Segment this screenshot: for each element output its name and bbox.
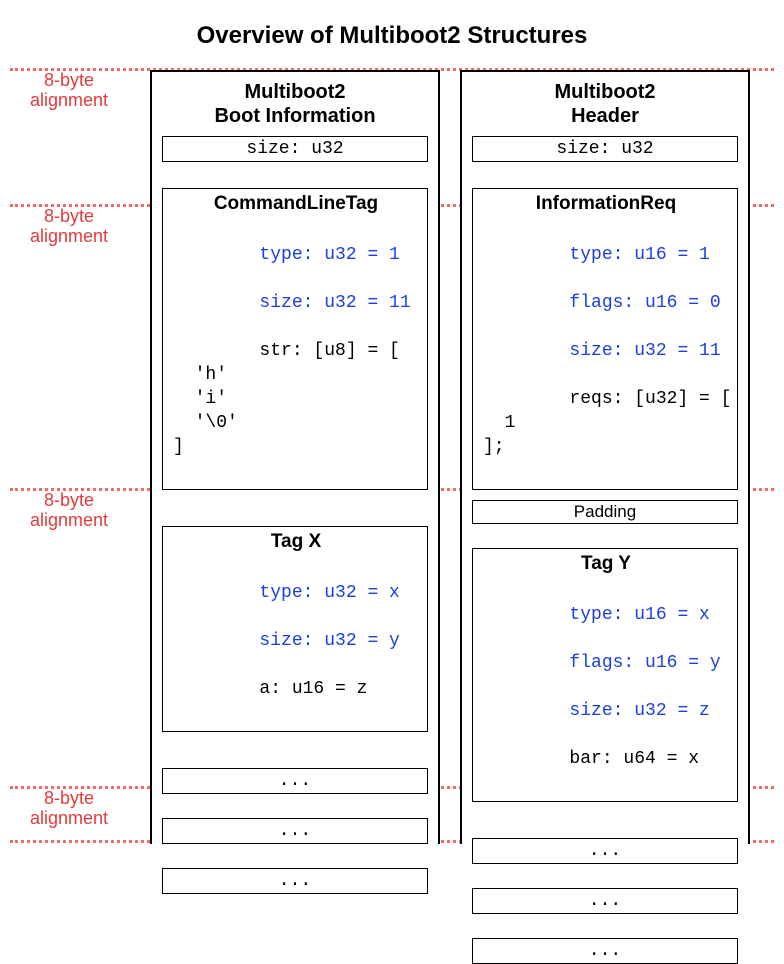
- diagram-stage: 8-bytealignment 8-bytealignment 8-byteal…: [0, 66, 784, 844]
- tag-type-line: type: u32 = 1: [259, 245, 399, 265]
- size-field: size: u32: [162, 136, 428, 162]
- alignment-label: 8-bytealignment: [14, 70, 124, 110]
- column-title: Multiboot2Header: [472, 80, 738, 128]
- ellipsis-box: ...: [472, 888, 738, 914]
- tag-body: a: u16 = z: [259, 679, 367, 699]
- tag-title: InformationReq: [483, 193, 729, 215]
- tag-flags-line: flags: u16 = 0: [569, 293, 720, 313]
- tag-size-line: size: u32 = z: [569, 701, 709, 721]
- tag-title: Tag X: [173, 531, 419, 553]
- column-boot-information: Multiboot2Boot Information size: u32 Com…: [150, 70, 440, 844]
- column-title: Multiboot2Boot Information: [162, 80, 428, 128]
- ellipsis-box: ...: [162, 868, 428, 894]
- tag-informationreq: InformationReq type: u16 = 1 flags: u16 …: [472, 188, 738, 490]
- tag-body: bar: u64 = x: [569, 749, 699, 769]
- tag-flags-line: flags: u16 = y: [569, 653, 720, 673]
- padding-box: Padding: [472, 500, 738, 524]
- ellipsis-box: ...: [472, 938, 738, 964]
- tag-title: Tag Y: [483, 553, 729, 575]
- column-header: Multiboot2Header size: u32 InformationRe…: [460, 70, 750, 844]
- tag-size-line: size: u32 = y: [259, 631, 399, 651]
- tag-x: Tag X type: u32 = x size: u32 = y a: u16…: [162, 526, 428, 732]
- tag-size-line: size: u32 = 11: [569, 341, 720, 361]
- tag-type-line: type: u32 = x: [259, 583, 399, 603]
- tag-body: reqs: [u32] = [ 1 ];: [483, 389, 731, 457]
- tag-y: Tag Y type: u16 = x flags: u16 = y size:…: [472, 548, 738, 802]
- tag-body: str: [u8] = [ 'h' 'i' '\0' ]: [173, 341, 400, 457]
- page-title: Overview of Multiboot2 Structures: [0, 0, 784, 60]
- tag-type-line: type: u16 = x: [569, 605, 709, 625]
- size-field: size: u32: [472, 136, 738, 162]
- ellipsis-box: ...: [162, 818, 428, 844]
- ellipsis-box: ...: [162, 768, 428, 794]
- alignment-label: 8-bytealignment: [14, 788, 124, 828]
- tag-type-line: type: u16 = 1: [569, 245, 709, 265]
- ellipsis-box: ...: [472, 838, 738, 864]
- tag-title: CommandLineTag: [173, 193, 419, 215]
- alignment-label: 8-bytealignment: [14, 206, 124, 246]
- tag-size-line: size: u32 = 11: [259, 293, 410, 313]
- tag-commandlinetag: CommandLineTag type: u32 = 1 size: u32 =…: [162, 188, 428, 490]
- alignment-label: 8-bytealignment: [14, 490, 124, 530]
